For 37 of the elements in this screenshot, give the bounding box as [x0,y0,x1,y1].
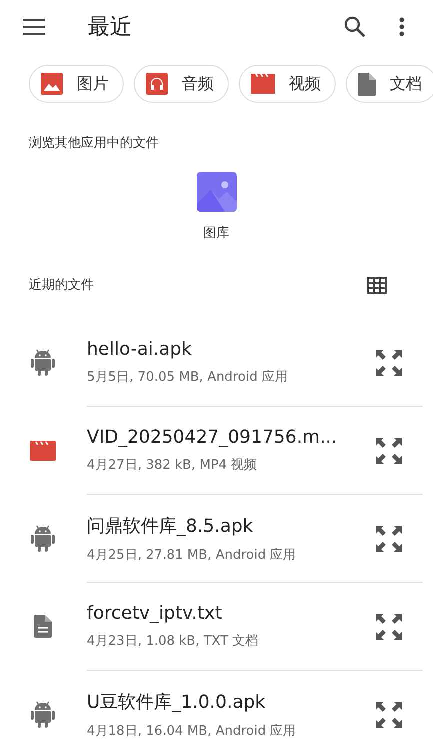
expand-icon[interactable] [375,436,403,464]
file-details: 4月18日, 16.04 MB, Android 应用 [87,722,298,739]
gallery-icon [196,172,236,212]
image-icon [41,73,63,95]
expand-icon[interactable] [375,612,403,640]
text-file-icon [34,615,52,638]
clapperboard-icon [30,440,56,460]
filter-chip[interactable]: 音频 [134,65,229,103]
file-details: 4月23日, 1.08 kB, TXT 文档 [87,633,260,650]
expand-icon[interactable] [375,524,403,552]
file-details: 4月27日, 382 kB, MP4 视频 [87,457,258,474]
headphones-icon [146,73,168,95]
file-name[interactable]: U豆软件库_1.0.0.apk [87,690,375,714]
page-title: 最近 [88,14,133,42]
android-icon [31,525,55,552]
android-icon [31,701,55,728]
file-details: 5月5日, 70.05 MB, Android 应用 [87,369,289,386]
gallery-app[interactable]: 图库 [196,172,236,242]
file-name[interactable]: 问鼎软件库_8.5.apk [87,514,375,538]
expand-icon[interactable] [375,348,403,376]
document-icon [358,72,376,96]
filter-chip[interactable]: 视频 [239,65,336,103]
android-icon [31,349,55,376]
file-name[interactable]: hello-ai.apk [87,339,375,360]
file-details: 4月25日, 27.81 MB, Android 应用 [87,546,298,564]
file-name[interactable]: forcetv_iptv.txt [87,603,375,624]
more-icon[interactable] [399,17,405,37]
search-icon[interactable] [344,16,366,38]
menu-icon[interactable] [22,18,46,36]
expand-icon[interactable] [375,700,403,728]
clapperboard-icon [251,74,275,94]
filter-chip[interactable]: 文档 [346,65,433,103]
file-name[interactable]: VID_20250427_091756.m... [87,427,375,448]
filter-chip[interactable]: 图片 [29,65,124,103]
section-heading: 近期的文件 [29,277,94,294]
section-heading: 浏览其他应用中的文件 [28,135,160,152]
grid-view-icon[interactable] [367,276,387,294]
